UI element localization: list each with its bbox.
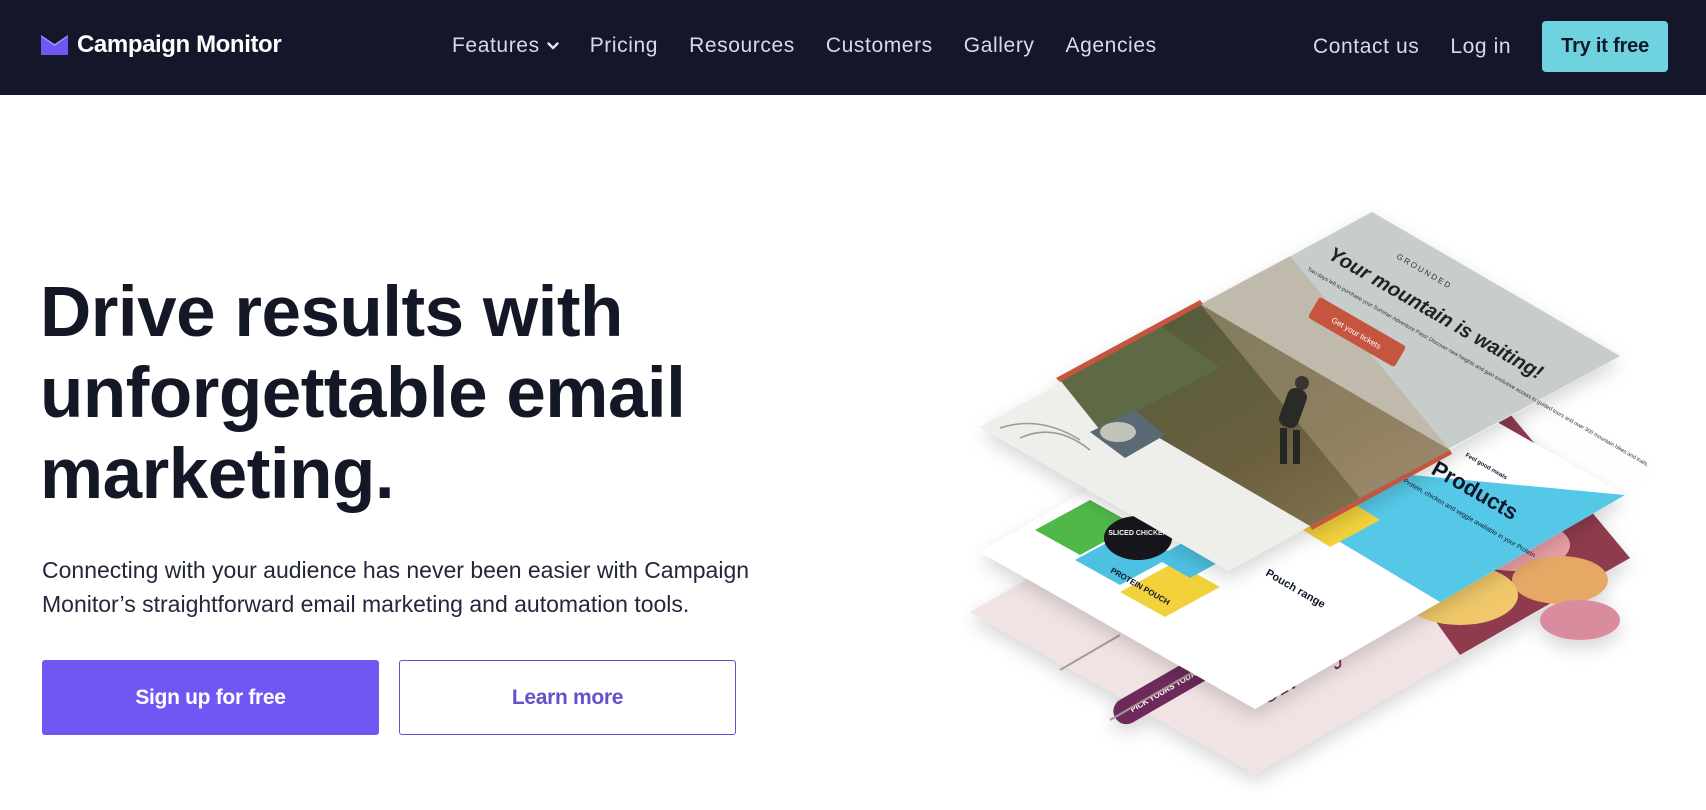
brand-logo-link[interactable]: Campaign Monitor bbox=[41, 30, 282, 60]
try-it-free-button[interactable]: Try it free bbox=[1542, 21, 1668, 72]
campaign-monitor-logo-icon bbox=[41, 35, 68, 55]
nav-customers[interactable]: Customers bbox=[826, 34, 933, 58]
hero-title-line-1: Drive results with bbox=[40, 273, 623, 352]
hero-title-line-3: marketing. bbox=[40, 435, 395, 514]
contact-us-link[interactable]: Contact us bbox=[1313, 35, 1419, 59]
nav-features[interactable]: Features bbox=[452, 34, 559, 58]
sliced-chicken-label: SLICED CHICKEN bbox=[1108, 530, 1168, 537]
email-stack-graphic: day er. PICK YOURS TODAY Products Feel g… bbox=[970, 212, 1650, 774]
email-templates-illustration: day er. PICK YOURS TODAY Products Feel g… bbox=[960, 200, 1660, 810]
hero-title: Drive results with unforgettable email m… bbox=[40, 272, 820, 515]
top-navigation: Campaign Monitor Features Pricing Resour… bbox=[0, 0, 1706, 95]
hero-title-line-2: unforgettable email bbox=[40, 354, 686, 433]
chevron-down-icon bbox=[546, 42, 559, 50]
nav-resources[interactable]: Resources bbox=[689, 34, 795, 58]
nav-features-label: Features bbox=[452, 34, 540, 57]
nav-agencies[interactable]: Agencies bbox=[1066, 34, 1157, 58]
primary-nav: Features Pricing Resources Customers Gal… bbox=[452, 34, 1188, 58]
learn-more-button[interactable]: Learn more bbox=[399, 660, 736, 735]
brand-name: Campaign Monitor bbox=[77, 31, 282, 58]
hero-subtitle-line-2: Monitor’s straightforward email marketin… bbox=[42, 591, 690, 617]
sign-up-button[interactable]: Sign up for free bbox=[42, 660, 379, 735]
nav-pricing[interactable]: Pricing bbox=[590, 34, 658, 58]
hero-subtitle-line-1: Connecting with your audience has never … bbox=[42, 557, 750, 583]
hero-subtitle: Connecting with your audience has never … bbox=[42, 553, 802, 621]
log-in-link[interactable]: Log in bbox=[1450, 35, 1511, 59]
secondary-nav: Contact us Log in Try it free bbox=[1313, 21, 1668, 72]
nav-gallery[interactable]: Gallery bbox=[964, 34, 1035, 58]
